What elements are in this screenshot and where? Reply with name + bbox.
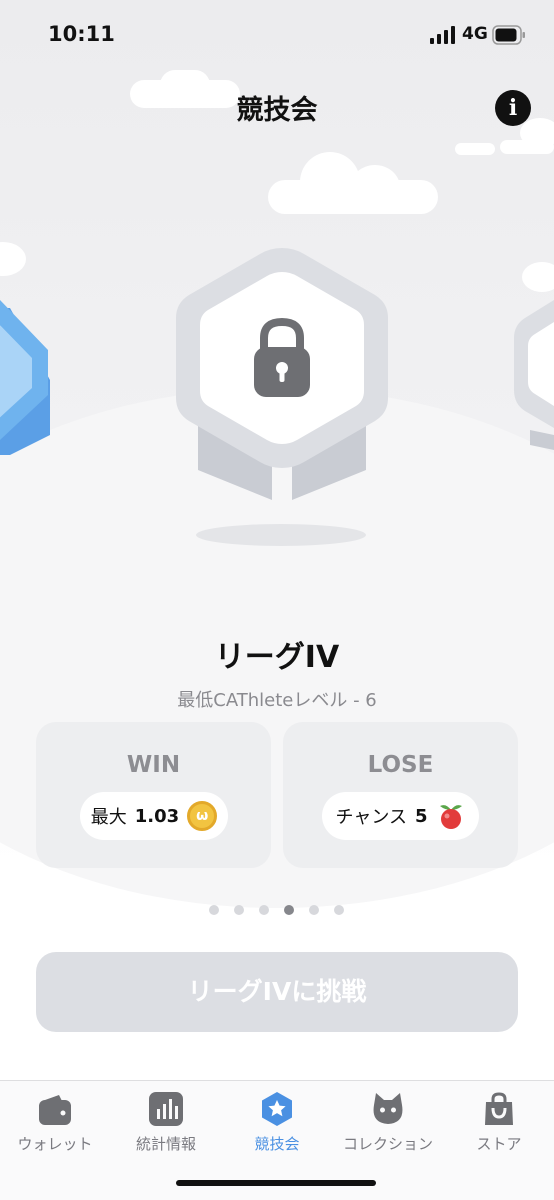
league-badges xyxy=(0,248,554,546)
lose-reward-value: 5 xyxy=(414,805,428,827)
page-dot-active[interactable] xyxy=(284,905,294,915)
status-time: 10:11 xyxy=(48,22,115,46)
status-bar: 10:11 4G xyxy=(0,0,554,70)
lose-reward-label: チャンス xyxy=(335,807,407,828)
previous-league-badge[interactable] xyxy=(0,300,50,455)
league-requirement: 最低CAThleteレベル - 6 xyxy=(177,690,377,711)
wallet-icon xyxy=(39,1095,71,1125)
win-reward-value: 1.03 xyxy=(134,805,180,827)
tab-collection[interactable]: コレクション xyxy=(333,1081,443,1171)
info-button[interactable]: i xyxy=(495,90,531,126)
battery-icon xyxy=(492,25,525,45)
locked-league-badge[interactable] xyxy=(176,248,388,500)
page-dot[interactable] xyxy=(309,905,319,915)
tab-label: 統計情報 xyxy=(135,1135,196,1153)
tab-label: ストア xyxy=(476,1135,522,1153)
info-icon: i xyxy=(508,95,518,121)
league-carousel[interactable] xyxy=(0,230,554,560)
competition-icon xyxy=(262,1092,292,1126)
league-name: リーグIV xyxy=(214,640,340,675)
win-reward-label: 最大 xyxy=(90,807,127,828)
lose-reward-pill: チャンス 5 xyxy=(322,792,479,840)
page-dot[interactable] xyxy=(234,905,244,915)
tab-label: 競技会 xyxy=(254,1135,300,1153)
berry-icon xyxy=(439,805,462,829)
page-title: 競技会 xyxy=(236,95,318,126)
win-reward-card: WIN 最大 1.03 ω xyxy=(36,722,271,868)
win-reward-pill: 最大 1.03 ω xyxy=(80,792,228,840)
shopping-bag-icon xyxy=(485,1092,513,1125)
cloud xyxy=(350,165,400,210)
page-dot[interactable] xyxy=(259,905,269,915)
page-dot[interactable] xyxy=(334,905,344,915)
cloud xyxy=(455,143,495,155)
tab-label: ウォレット xyxy=(17,1135,93,1153)
tab-label: コレクション xyxy=(342,1135,433,1153)
cat-icon xyxy=(373,1093,403,1124)
tab-store[interactable]: ストア xyxy=(444,1081,554,1171)
challenge-league-button[interactable]: リーグIVに挑戦 xyxy=(36,952,518,1032)
pagination-dots xyxy=(209,905,344,917)
next-league-badge[interactable] xyxy=(514,300,554,450)
tab-competition[interactable]: 競技会 xyxy=(222,1081,332,1171)
lose-title: LOSE xyxy=(367,752,434,778)
lose-reward-card: LOSE チャンス 5 xyxy=(283,722,518,868)
coin-icon: ω xyxy=(187,801,218,831)
stats-icon xyxy=(149,1092,183,1126)
home-indicator xyxy=(176,1180,376,1186)
page-dot[interactable] xyxy=(209,905,219,915)
signal-icon xyxy=(430,26,455,44)
network-type: 4G xyxy=(462,24,488,44)
badge-shadow xyxy=(196,524,366,546)
tab-stats[interactable]: 統計情報 xyxy=(111,1081,221,1171)
tab-wallet[interactable]: ウォレット xyxy=(0,1081,110,1171)
win-title: WIN xyxy=(126,752,181,778)
